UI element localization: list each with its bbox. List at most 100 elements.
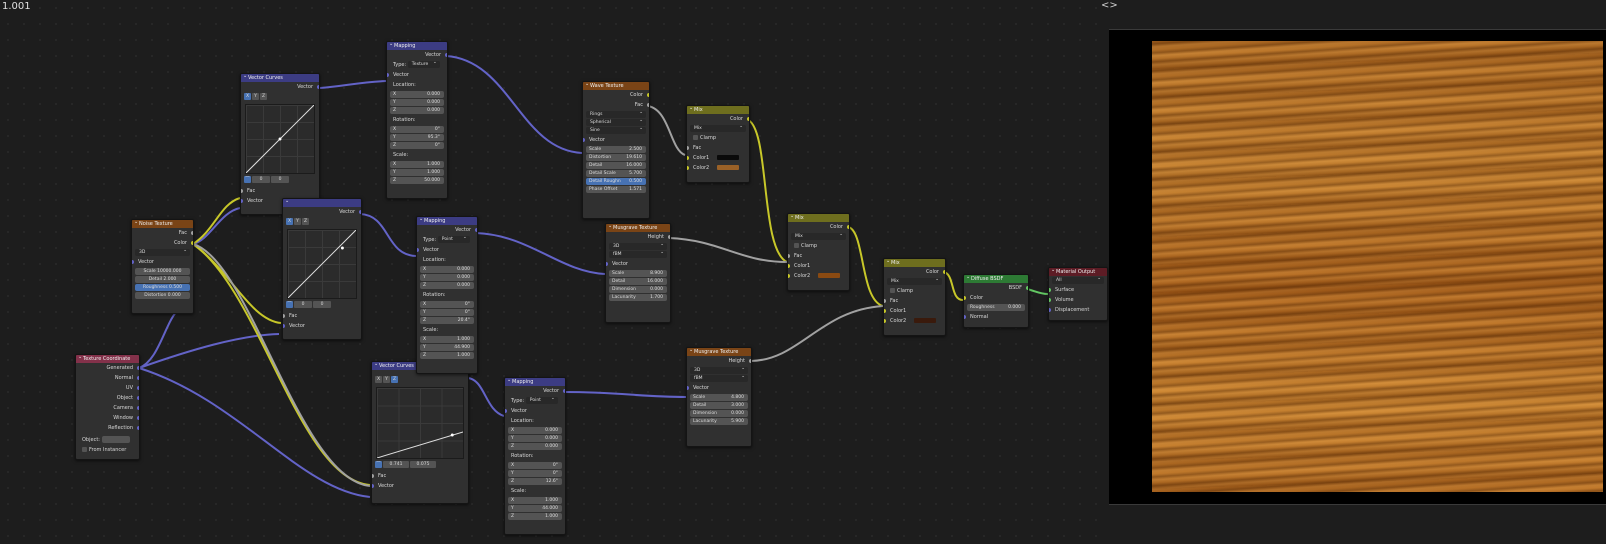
node-header[interactable]: Musgrave Texture xyxy=(606,224,670,232)
socket-vector-in[interactable]: Vector xyxy=(387,70,447,80)
wave-type-dropdown[interactable]: Rings xyxy=(586,109,646,118)
channel-z-button[interactable]: Z xyxy=(260,93,267,100)
socket-dot[interactable] xyxy=(687,166,689,170)
socket-vector[interactable]: Vector xyxy=(606,259,670,269)
channel-z-button[interactable]: Z xyxy=(302,218,309,225)
musgrave-texture-node-2[interactable]: Musgrave TextureHeight3DfBMVectorScale4.… xyxy=(686,347,752,447)
blend-mode-dropdown[interactable]: Mix xyxy=(791,231,846,240)
diffuse-bsdf-node[interactable]: Diffuse BSDF BSDF Color Roughness0.000 N… xyxy=(963,274,1029,328)
vector-curves-node-3[interactable]: Vector Curves XYZ ⌒0.7410.075 Fac Vector xyxy=(371,361,469,504)
node-header[interactable]: Vector Curves xyxy=(241,74,319,82)
phase-offset-field[interactable]: Phase Offset 1.571 xyxy=(586,186,646,193)
musgrave-texture-node-1[interactable]: Musgrave TextureHeight3DfBMVectorScale8.… xyxy=(605,223,671,323)
socket-vector-out[interactable]: Vector xyxy=(505,386,565,396)
socket-dot[interactable] xyxy=(1049,308,1051,312)
socket-dot[interactable] xyxy=(505,409,507,413)
socket-fac[interactable]: Fac xyxy=(283,311,361,321)
socket-dot[interactable] xyxy=(387,73,389,77)
detail-field[interactable]: Detail 2.000 xyxy=(135,276,190,283)
channel-x-button[interactable]: X xyxy=(244,93,251,100)
mapping-node-1[interactable]: MappingVectorType: TextureVectorLocation… xyxy=(386,41,448,199)
location-field[interactable]: Z 0.000 xyxy=(390,107,444,114)
socket-fac[interactable]: Fac xyxy=(788,251,849,261)
noise-texture-node[interactable]: Noise Texture Fac Color 3D Vector Scale … xyxy=(131,219,194,314)
mapping-node-2[interactable]: MappingVectorType: PointVectorLocation:X… xyxy=(416,216,478,374)
lacunarity-field[interactable]: Lacunarity 5.900 xyxy=(690,418,748,425)
location-field[interactable]: X 0.000 xyxy=(508,427,562,434)
curve-graph[interactable] xyxy=(287,229,357,299)
point-y-field[interactable]: 0 xyxy=(271,176,289,183)
clamp-checkbox[interactable] xyxy=(890,288,895,293)
color1-swatch[interactable] xyxy=(716,155,739,160)
dimension-dropdown[interactable]: 3D xyxy=(609,241,667,250)
node-header[interactable]: Diffuse BSDF xyxy=(964,275,1028,283)
socket-dot[interactable] xyxy=(606,262,608,266)
socket-dot[interactable] xyxy=(687,386,689,390)
mix-node-1[interactable]: Mix Color Mix Clamp Fac Color1 Color2 xyxy=(686,105,750,183)
clamp-row[interactable]: Clamp xyxy=(788,241,849,251)
socket-vector-in[interactable]: Vector xyxy=(283,321,361,331)
socket-color2[interactable]: Color2 xyxy=(884,316,945,326)
musgrave-type-dropdown[interactable]: fBM xyxy=(690,373,748,382)
socket-vector-in[interactable]: Vector xyxy=(417,245,477,255)
node-header[interactable]: Noise Texture xyxy=(132,220,193,228)
scale-field[interactable]: Scale 10000.000 xyxy=(135,268,190,275)
location-field[interactable]: Y 0.000 xyxy=(508,435,562,442)
clamp-row[interactable]: Clamp xyxy=(884,286,945,296)
socket-color[interactable]: Color xyxy=(964,293,1028,303)
roughness-field[interactable]: Roughness 0.000 xyxy=(967,304,1025,311)
distortion-field[interactable]: Distortion 0.000 xyxy=(135,292,190,299)
socket-dot[interactable] xyxy=(647,103,649,107)
socket-dot[interactable] xyxy=(137,376,139,380)
socket-dot[interactable] xyxy=(943,270,945,274)
socket-normal[interactable]: Normal xyxy=(964,312,1028,322)
socket-dot[interactable] xyxy=(241,199,243,203)
socket-dot[interactable] xyxy=(1026,286,1028,290)
location-field[interactable]: X 0.000 xyxy=(390,91,444,98)
scale-field[interactable]: Scale 2.500 xyxy=(586,146,646,153)
socket-dot[interactable] xyxy=(283,324,285,328)
node-header[interactable]: Texture Coordinate xyxy=(76,355,139,363)
node-header[interactable]: Mapping xyxy=(505,378,565,386)
color2-swatch[interactable] xyxy=(817,273,840,278)
scale-field[interactable]: X 1.000 xyxy=(390,161,444,168)
type-dropdown[interactable]: Texture xyxy=(407,59,440,68)
socket-color1[interactable]: Color1 xyxy=(687,153,749,163)
render-viewport[interactable]: <> xyxy=(1101,0,1606,544)
point-x-field[interactable]: 0 xyxy=(294,301,312,308)
socket-dot[interactable] xyxy=(788,264,790,268)
musgrave-type-dropdown[interactable]: fBM xyxy=(609,249,667,258)
point-y-field[interactable]: 0 xyxy=(313,301,331,308)
detail-roughness-field[interactable]: Detail Roughn 0.500 xyxy=(586,178,646,185)
channel-y-button[interactable]: Y xyxy=(294,218,301,225)
socket-camera[interactable]: Camera xyxy=(76,403,139,413)
location-field[interactable]: Y 0.000 xyxy=(390,99,444,106)
socket-dot[interactable] xyxy=(372,474,374,478)
rotation-field[interactable]: Z 12.6° xyxy=(508,478,562,485)
socket-bsdf[interactable]: BSDF xyxy=(964,283,1028,293)
socket-vector[interactable]: Vector xyxy=(132,257,193,267)
dimension-dropdown[interactable]: 3D xyxy=(135,247,190,256)
rotation-field[interactable]: Y 0° xyxy=(508,470,562,477)
from-instancer-checkbox[interactable] xyxy=(82,447,87,452)
channel-z-button[interactable]: Z xyxy=(391,376,398,383)
socket-displacement[interactable]: Displacement xyxy=(1049,305,1107,315)
socket-vector-out[interactable]: Vector xyxy=(241,82,319,92)
scale-field[interactable]: X 1.000 xyxy=(508,497,562,504)
socket-window[interactable]: Window xyxy=(76,413,139,423)
socket-dot[interactable] xyxy=(1049,298,1051,302)
scale-field[interactable]: Z 50.000 xyxy=(390,177,444,184)
socket-vector-in[interactable]: Vector xyxy=(505,406,565,416)
socket-dot[interactable] xyxy=(884,309,886,313)
channel-y-button[interactable]: Y xyxy=(252,93,259,100)
node-header[interactable]: Mapping xyxy=(387,42,447,50)
node-header[interactable]: Mapping xyxy=(417,217,477,225)
socket-dot[interactable] xyxy=(137,406,139,410)
socket-vector-out[interactable]: Vector xyxy=(387,50,447,60)
color2-swatch[interactable] xyxy=(913,318,936,323)
socket-dot[interactable] xyxy=(191,231,193,235)
rotation-field[interactable]: X 0° xyxy=(390,126,444,133)
location-field[interactable]: Z 0.000 xyxy=(508,443,562,450)
scale-field[interactable]: Scale 8.900 xyxy=(609,270,667,277)
location-field[interactable]: Z 0.000 xyxy=(420,282,474,289)
